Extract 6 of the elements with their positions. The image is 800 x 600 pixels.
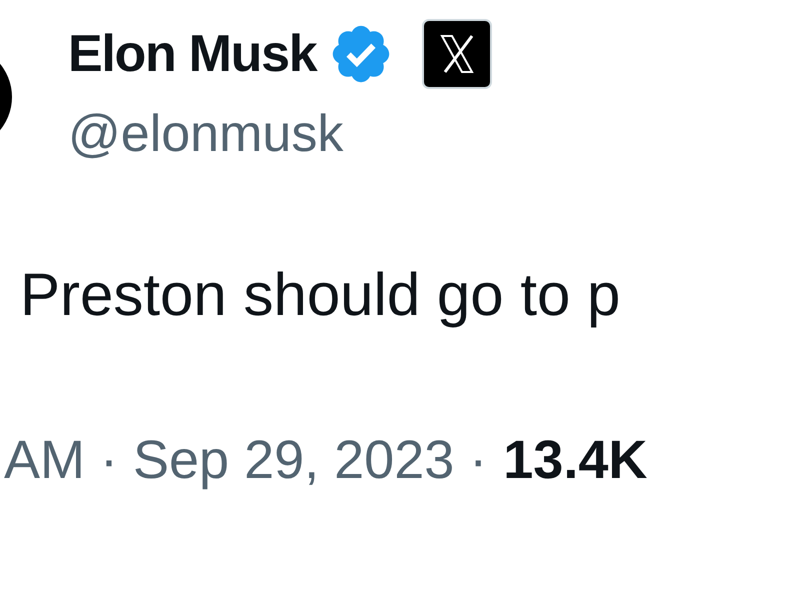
author-name[interactable]: Elon Musk [68,28,316,80]
tweet-timestamp[interactable]: AM · Sep 29, 2023 · [4,433,488,487]
view-count: 13.4K [503,433,648,487]
author-handle[interactable]: @elonmusk [68,108,800,160]
tweet-text: Preston should go to p [19,265,622,325]
x-logo-icon [422,19,492,89]
